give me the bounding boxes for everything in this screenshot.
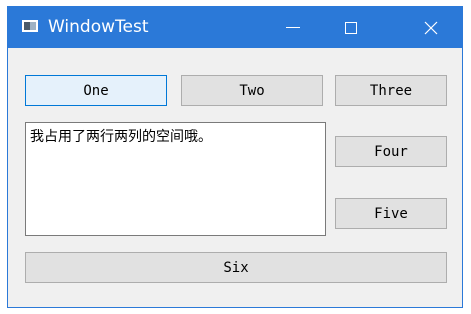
window-title: WindowTest	[48, 17, 149, 37]
five-button[interactable]: Five	[335, 198, 447, 229]
main-window: WindowTest One Two Three 我占用了两行两列的空间哦。 F…	[7, 6, 463, 308]
one-button[interactable]: One	[25, 75, 167, 106]
title-bar[interactable]: WindowTest	[8, 7, 462, 48]
maximize-button[interactable]	[328, 7, 374, 48]
minimize-button[interactable]	[270, 7, 316, 48]
text-edit[interactable]: 我占用了两行两列的空间哦。	[25, 122, 326, 236]
minimize-icon	[286, 27, 300, 28]
six-button[interactable]: Six	[25, 252, 447, 283]
close-icon	[424, 21, 438, 34]
app-icon[interactable]	[22, 20, 38, 32]
three-button[interactable]: Three	[335, 75, 447, 106]
maximize-icon	[345, 21, 357, 34]
four-button[interactable]: Four	[335, 136, 447, 167]
close-button[interactable]	[408, 7, 454, 48]
two-button[interactable]: Two	[181, 75, 323, 106]
app-icon-right-pane	[30, 22, 36, 30]
